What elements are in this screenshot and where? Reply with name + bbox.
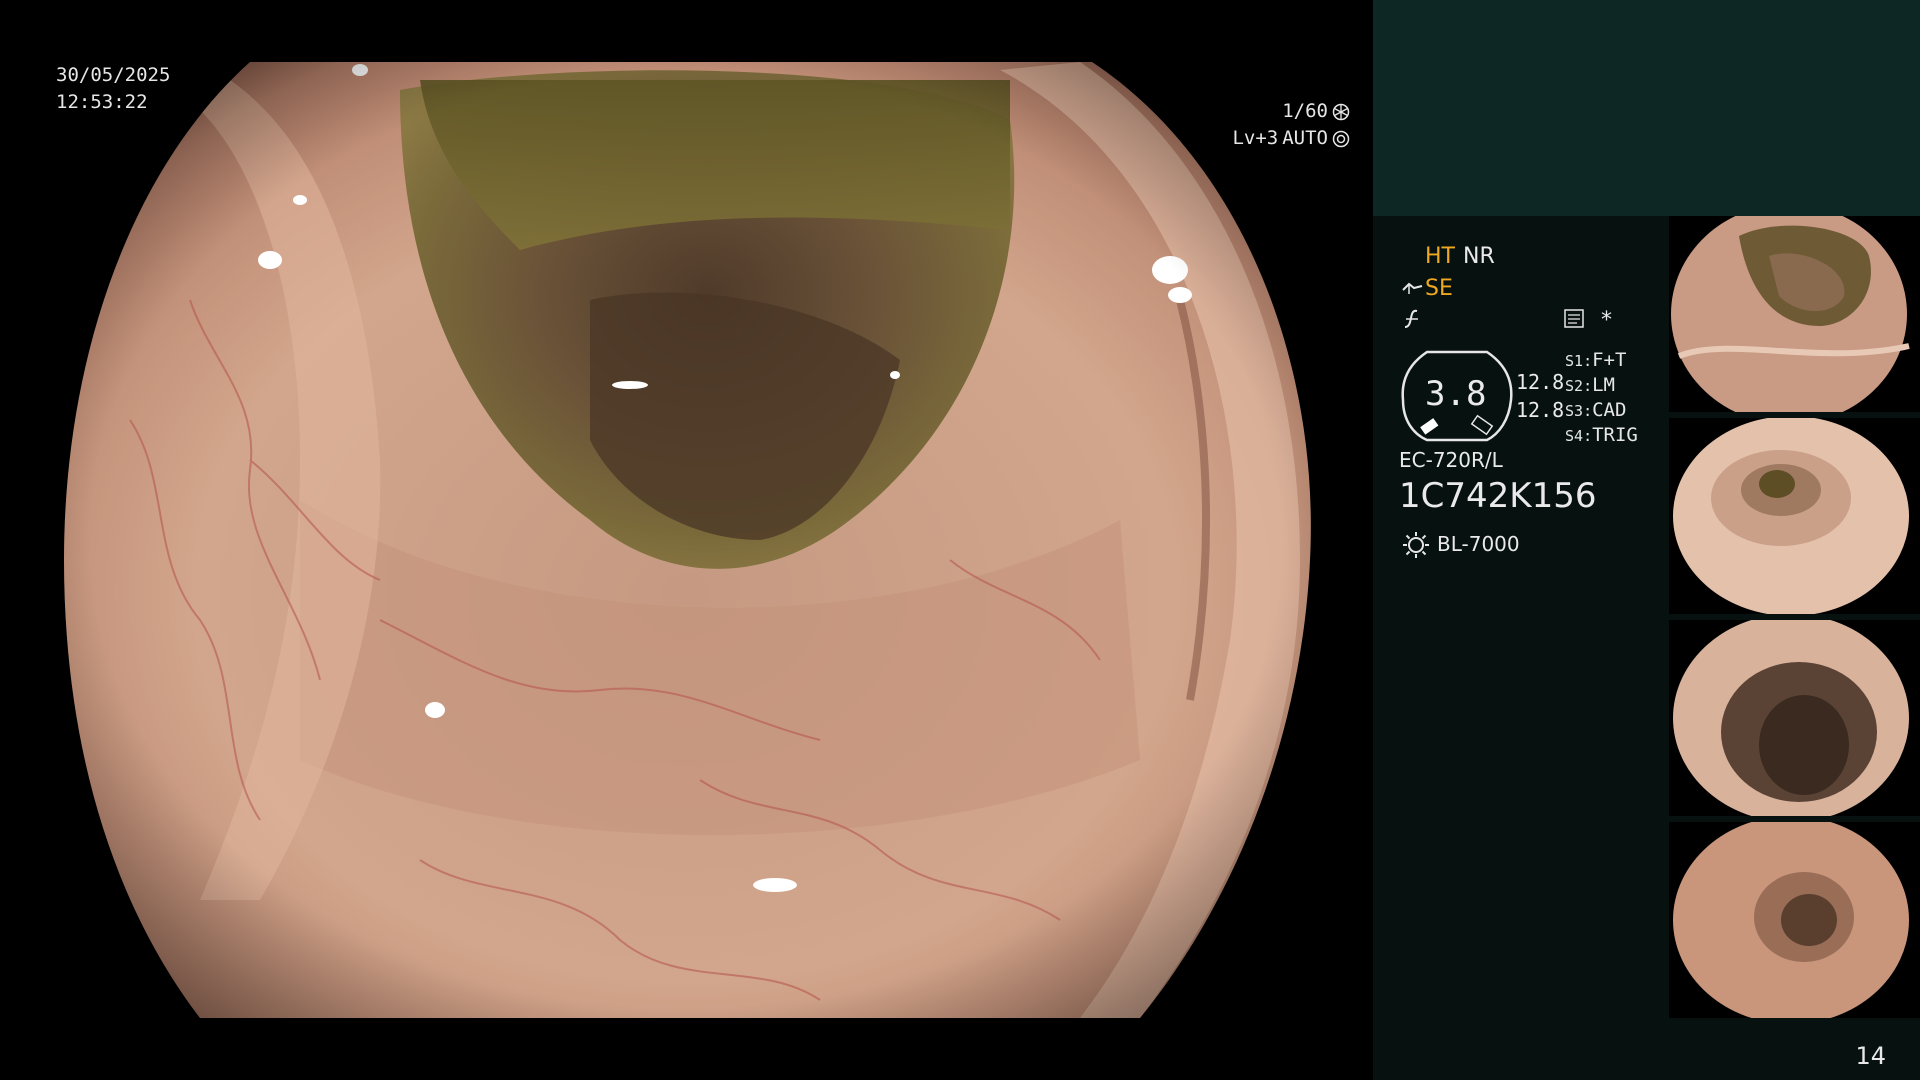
ht-indicator: HT: [1425, 244, 1455, 269]
page-number: 14: [1855, 1042, 1886, 1070]
brightness-level-text: Lv+3: [1232, 127, 1279, 149]
star-indicator: *: [1601, 308, 1612, 333]
light-source-model: BL-7000: [1437, 532, 1520, 556]
zoom-scale-2: 12.8: [1516, 398, 1565, 422]
time-text: 12:53:22: [56, 91, 148, 113]
enhancement-curve-icon: [1402, 282, 1423, 294]
zoom-scale-1: 12.8: [1516, 370, 1565, 394]
scope-model: EC-720R/L: [1399, 448, 1503, 472]
side-info-panel: HT NR SE * 3.8 12.8 12.8 S1:F+T S2:LM S3…: [1373, 0, 1920, 1080]
switch-row: S4:TRIG: [1565, 424, 1638, 446]
date-time-readout: 30/05/2025 12:53:22: [56, 62, 170, 116]
iris-mode-text: AUTO: [1282, 127, 1328, 149]
exposure-readout: 1/60 Lv+3 AUTO: [1232, 98, 1350, 152]
captured-image-thumbnail[interactable]: [1669, 822, 1920, 1018]
switch-row: S1:F+T: [1565, 349, 1627, 371]
memo-icon: [1564, 309, 1584, 328]
nr-indicator: NR: [1463, 244, 1495, 269]
light-source-icon: [1403, 532, 1429, 558]
aperture-icon: [1332, 103, 1350, 120]
scope-serial: 1C742K156: [1399, 476, 1597, 516]
panel-header-area: [1373, 0, 1920, 216]
endoscope-main-view: 30/05/2025 12:53:22 1/60 Lv+3 AUTO: [0, 0, 1372, 1080]
captured-image-thumbnail[interactable]: [1669, 620, 1920, 816]
switch-row: S2:LM: [1565, 374, 1615, 396]
zoom-value: 3.8: [1425, 374, 1487, 414]
captured-image-thumbnail[interactable]: [1669, 216, 1920, 412]
date-text: 30/05/2025: [56, 64, 171, 86]
colon-lumen-image: [64, 62, 1311, 1018]
function-icon: [1404, 309, 1418, 328]
switch-assignments: S1:F+T S2:LM S3:CAD S4:TRIG: [1565, 349, 1638, 449]
shutter-speed-text: 1/60: [1282, 100, 1328, 122]
iris-icon: [1332, 130, 1350, 147]
se-indicator: SE: [1425, 276, 1453, 301]
switch-row: S3:CAD: [1565, 399, 1627, 421]
captured-image-thumbnail[interactable]: [1669, 418, 1920, 614]
